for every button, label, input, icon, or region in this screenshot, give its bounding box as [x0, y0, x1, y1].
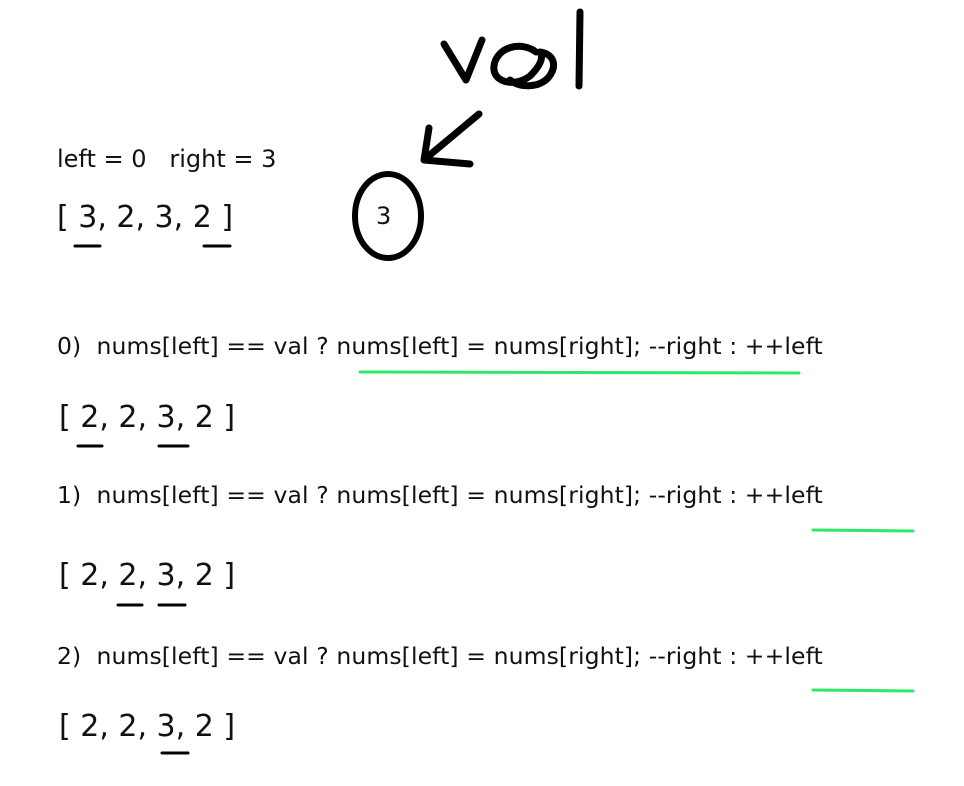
step-1-code: 1) nums[left] == val ? nums[left] = nums… [57, 481, 823, 509]
highlight-step2 [811, 688, 915, 693]
step-0-code: 0) nums[left] == val ? nums[left] = nums… [57, 332, 823, 360]
step-1-array: [ 2, 2, 3, 2 ] [59, 558, 236, 593]
highlight-step0 [358, 370, 801, 375]
initial-array: [ 3, 2, 3, 2 ] [57, 200, 234, 235]
val-value: 3 [376, 202, 392, 230]
val-handwriting [440, 8, 584, 90]
step-2-code: 2) nums[left] == val ? nums[left] = nums… [57, 642, 823, 670]
step-2-array: [ 2, 2, 3, 2 ] [59, 709, 236, 744]
highlight-step1 [811, 528, 915, 533]
pointer-values: left = 0 right = 3 [57, 145, 277, 173]
arrow-icon [420, 110, 483, 168]
step-0-array: [ 2, 2, 3, 2 ] [59, 400, 236, 435]
